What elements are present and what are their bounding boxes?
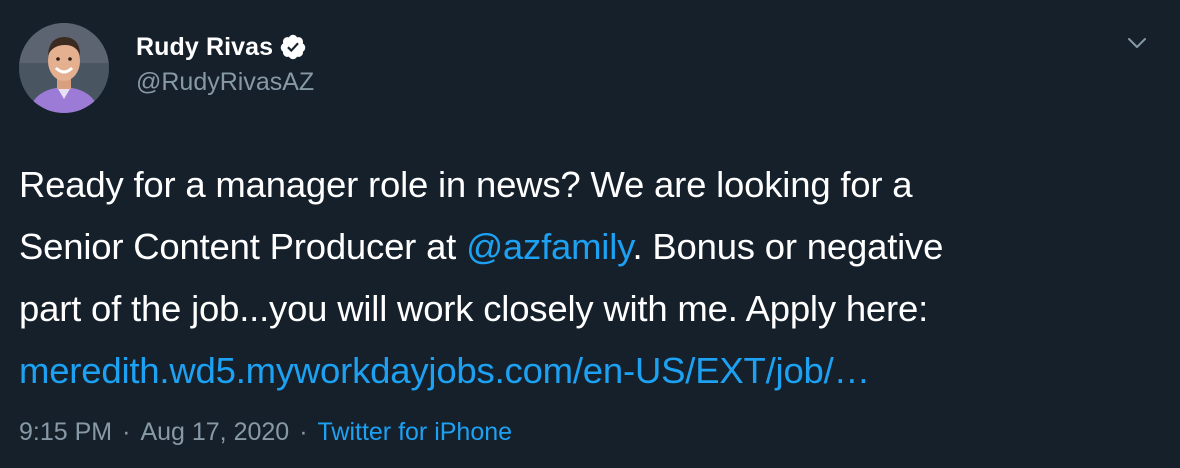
tweet-text-segment: Ready for a manager role in news? We are… <box>19 164 913 205</box>
tweet-meta: 9:15 PM · Aug 17, 2020 · Twitter for iPh… <box>19 418 512 447</box>
tweet-line: Senior Content Producer at @azfamily. Bo… <box>19 216 1164 278</box>
avatar-image <box>19 23 109 113</box>
meta-separator: · <box>299 418 308 446</box>
user-handle[interactable]: @RudyRivasAZ <box>136 68 314 97</box>
tweet-line: Ready for a manager role in news? We are… <box>19 154 1164 216</box>
tweet-source-link[interactable]: Twitter for iPhone <box>318 418 513 447</box>
tweet-text-segment: part of the job...you will work closely … <box>19 288 929 329</box>
tweet-text: Ready for a manager role in news? We are… <box>19 154 1164 402</box>
verified-badge-icon <box>279 33 307 61</box>
tweet-text-segment: . Bonus or negative <box>632 226 944 267</box>
tweet-time[interactable]: 9:15 PM <box>19 418 112 447</box>
tweet-date[interactable]: Aug 17, 2020 <box>140 418 289 447</box>
chevron-down-icon[interactable] <box>1124 30 1150 56</box>
name-row: Rudy Rivas <box>136 30 314 64</box>
job-url-link[interactable]: meredith.wd5.myworkdayjobs.com/en-US/EXT… <box>19 350 870 391</box>
tweet-line: meredith.wd5.myworkdayjobs.com/en-US/EXT… <box>19 340 1164 402</box>
display-name[interactable]: Rudy Rivas <box>136 33 273 62</box>
avatar[interactable] <box>19 23 109 113</box>
tweet-text-segment: Senior Content Producer at <box>19 226 467 267</box>
meta-separator: · <box>122 418 131 446</box>
mention-link[interactable]: @azfamily <box>466 226 633 267</box>
tweet-line: part of the job...you will work closely … <box>19 278 1164 340</box>
tweet-card: Rudy Rivas @RudyRivasAZ Ready for a mana… <box>0 0 1180 468</box>
author-block: Rudy Rivas @RudyRivasAZ <box>136 30 314 97</box>
